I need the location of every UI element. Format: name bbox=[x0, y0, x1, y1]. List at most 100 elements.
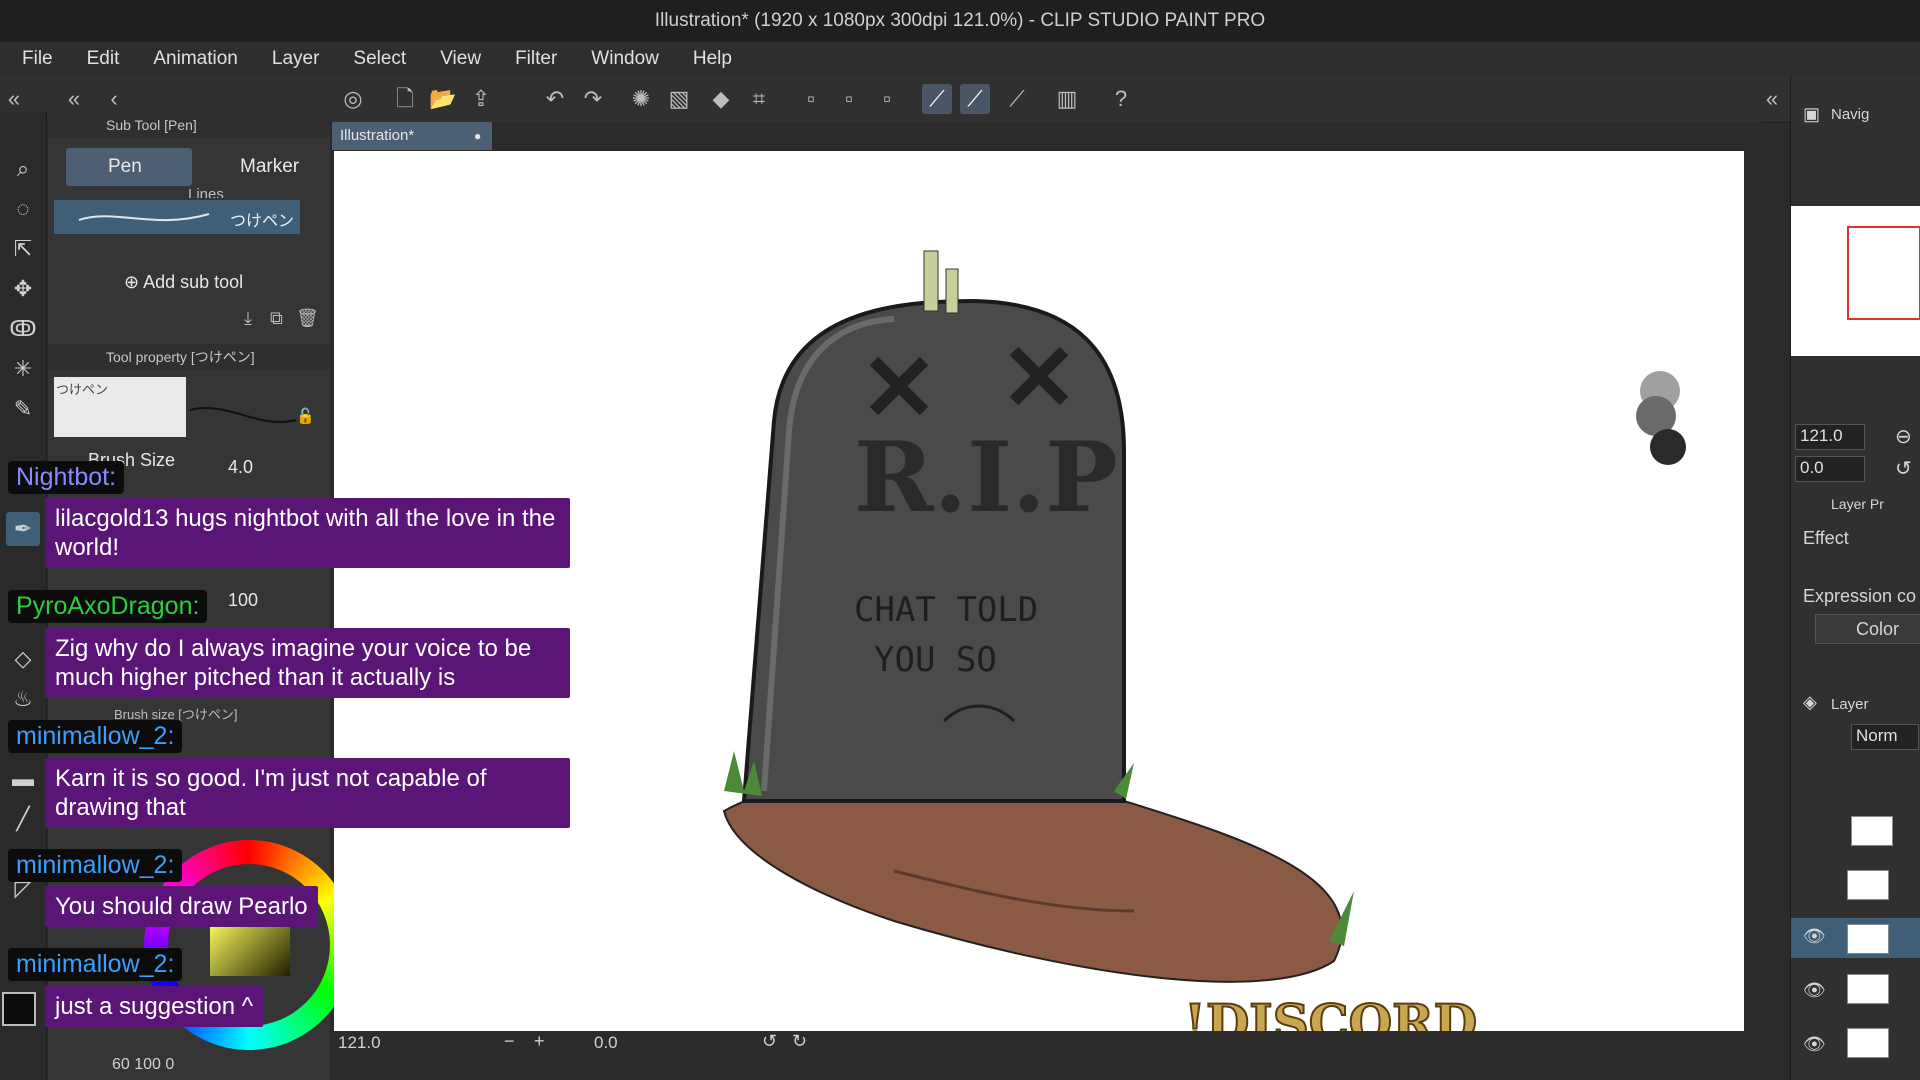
selection-icon-3[interactable]: ▫ bbox=[872, 84, 902, 114]
export-icon[interactable]: ⇪ bbox=[466, 84, 496, 114]
lasso-tool-icon[interactable]: ↂ bbox=[6, 312, 40, 346]
brush-size-value[interactable]: 4.0 bbox=[228, 457, 253, 478]
blend-mode-select[interactable]: Norm bbox=[1851, 724, 1919, 750]
menu-bar: File Edit Animation Layer Select View Fi… bbox=[0, 42, 1920, 76]
collapse-left-icon[interactable]: « bbox=[4, 84, 24, 114]
figure-tool-icon[interactable]: ╱ bbox=[6, 802, 40, 836]
zoom-tool-icon[interactable]: ⌕ bbox=[6, 152, 40, 186]
add-sub-tool-button[interactable]: ⊕ Add sub tool bbox=[124, 272, 243, 293]
menu-select[interactable]: Select bbox=[353, 48, 406, 70]
clip-studio-icon[interactable]: ◎ bbox=[338, 84, 368, 114]
undo-icon[interactable]: ↶ bbox=[540, 84, 570, 114]
color-button[interactable]: Color bbox=[1815, 614, 1920, 644]
ruler-icon[interactable]: ▥ bbox=[1052, 84, 1082, 114]
chat-username-5: minimallow_2: bbox=[8, 948, 183, 981]
help-icon[interactable]: ? bbox=[1106, 84, 1136, 114]
eyedropper-icon[interactable]: ✎ bbox=[6, 392, 40, 426]
window-title: Illustration* (1920 x 1080px 300dpi 121.… bbox=[654, 10, 1266, 31]
menu-file[interactable]: File bbox=[22, 48, 53, 70]
chat-message-1: lilacgold13 hugs nightbot with all the l… bbox=[45, 498, 570, 568]
trash-icon[interactable]: 🗑 bbox=[296, 308, 319, 329]
pen-tool-icon[interactable]: ✒ bbox=[6, 512, 40, 546]
brush-preview-label: つけペン bbox=[56, 382, 109, 397]
move-tool-icon[interactable]: ✥ bbox=[6, 272, 40, 306]
main-color-swatch[interactable] bbox=[2, 992, 36, 1026]
layer-panel-icon: ◈ bbox=[1803, 692, 1817, 712]
tab-pen[interactable]: Pen bbox=[66, 148, 192, 186]
tab-illustration-label: Illustration* bbox=[340, 127, 415, 144]
menu-animation[interactable]: Animation bbox=[153, 48, 238, 70]
paint-blob-3 bbox=[1650, 429, 1686, 465]
collapse-panel-icon[interactable]: « bbox=[64, 84, 84, 114]
navigator-viewport-rect[interactable] bbox=[1847, 226, 1920, 320]
selection-icon-2[interactable]: ▫ bbox=[834, 84, 864, 114]
canvas-scrollbar[interactable] bbox=[1746, 151, 1760, 1031]
magic-wand-icon[interactable]: ✳ bbox=[6, 352, 40, 386]
artwork: R.I.P CHAT TOLD YOU SO bbox=[722, 250, 1686, 983]
opacity-value[interactable]: 100 bbox=[228, 590, 258, 611]
color-square[interactable] bbox=[210, 920, 290, 976]
menu-filter[interactable]: Filter bbox=[515, 48, 557, 70]
canvas[interactable]: R.I.P CHAT TOLD YOU SO !DISCORD bbox=[334, 151, 1744, 1031]
open-file-icon[interactable]: 📂 bbox=[428, 84, 458, 114]
lock-icon[interactable]: 🔓 bbox=[296, 407, 315, 425]
zoom-minus-icon[interactable]: ⊖ bbox=[1895, 424, 1912, 449]
sub-tool-header: Sub Tool [Pen] bbox=[48, 112, 330, 138]
redo-icon[interactable]: ↷ bbox=[578, 84, 608, 114]
menu-window[interactable]: Window bbox=[591, 48, 659, 70]
chat-username-2: PyroAxoDragon: bbox=[8, 590, 208, 623]
menu-edit[interactable]: Edit bbox=[87, 48, 120, 70]
navigator-rotation-field[interactable]: 0.0 bbox=[1795, 456, 1865, 482]
fill-icon[interactable]: ◆ bbox=[706, 84, 736, 114]
layer-thumbnail-5[interactable] bbox=[1847, 1028, 1889, 1058]
layer-row-selected[interactable]: 👁 bbox=[1791, 918, 1920, 958]
stabilization-icon-1[interactable]: ⟋ bbox=[922, 84, 952, 114]
transform-icon[interactable]: ⌗ bbox=[744, 84, 774, 114]
layer-thumbnail-4[interactable] bbox=[1847, 974, 1889, 1004]
brush-item[interactable]: つけペン bbox=[54, 200, 300, 234]
zoom-out-icon[interactable]: − bbox=[504, 1031, 515, 1052]
layer-thumbnail-2[interactable] bbox=[1847, 870, 1889, 900]
object-tool-icon[interactable]: ⇱ bbox=[6, 232, 40, 266]
rotation-readout[interactable]: 0.0 bbox=[594, 1033, 618, 1053]
eye-icon-2[interactable]: 👁 bbox=[1803, 980, 1826, 1001]
operation-tool-icon[interactable]: ◌ bbox=[6, 192, 40, 226]
menu-help[interactable]: Help bbox=[693, 48, 732, 70]
duplicate-icon[interactable]: ⧉ bbox=[270, 308, 283, 329]
title-bar: Illustration* (1920 x 1080px 300dpi 121.… bbox=[0, 0, 1920, 42]
collapse-right-icon[interactable]: « bbox=[1762, 84, 1782, 114]
fill-tool-icon[interactable]: ▬ bbox=[6, 762, 40, 796]
group-label: Lines bbox=[188, 186, 224, 198]
navigator-preview[interactable] bbox=[1791, 206, 1920, 356]
zoom-readout[interactable]: 121.0 bbox=[338, 1033, 381, 1053]
eraser-tool-icon[interactable]: ◇ bbox=[6, 642, 40, 676]
saturation-value: 100 bbox=[134, 1056, 161, 1073]
stabilization-icon-2[interactable]: ⟋ bbox=[960, 84, 990, 114]
tab-illustration[interactable]: Illustration* ● bbox=[332, 122, 492, 150]
eye-icon-3[interactable]: 👁 bbox=[1803, 1034, 1826, 1055]
chat-message-3: Karn it is so good. I'm just not capable… bbox=[45, 758, 570, 828]
chat-username-5-text: minimallow_2: bbox=[16, 950, 175, 978]
tab-marker-label: Marker bbox=[240, 156, 300, 177]
navigator-zoom-field[interactable]: 121.0 bbox=[1795, 424, 1865, 450]
rotate-left-icon[interactable]: ↺ bbox=[762, 1031, 777, 1052]
clear-outside-icon[interactable]: ▧ bbox=[664, 84, 694, 114]
rotate-reset-icon[interactable]: ↺ bbox=[1895, 456, 1912, 481]
zoom-in-icon[interactable]: + bbox=[534, 1031, 545, 1052]
menu-layer[interactable]: Layer bbox=[272, 48, 320, 70]
stabilization-icon-3[interactable]: ⟋ bbox=[1002, 84, 1032, 114]
layer-panel-title: Layer bbox=[1831, 696, 1869, 713]
rotate-right-icon[interactable]: ↻ bbox=[792, 1031, 807, 1052]
new-file-icon[interactable]: 🗋 bbox=[390, 84, 420, 114]
tab-pen-label: Pen bbox=[108, 156, 142, 177]
chevron-left-icon[interactable]: ‹ bbox=[104, 84, 124, 114]
eye-icon[interactable]: 👁 bbox=[1803, 926, 1826, 947]
selection-icon-1[interactable]: ▫ bbox=[796, 84, 826, 114]
layer-thumbnail-1[interactable] bbox=[1851, 816, 1893, 846]
clear-icon[interactable]: ✺ bbox=[626, 84, 656, 114]
expression-label: Expression co bbox=[1803, 586, 1917, 606]
download-icon[interactable]: ⤓ bbox=[244, 308, 252, 329]
tab-marker[interactable]: Marker bbox=[198, 148, 324, 186]
blend-tool-icon[interactable]: ♨ bbox=[6, 682, 40, 716]
menu-view[interactable]: View bbox=[440, 48, 481, 70]
